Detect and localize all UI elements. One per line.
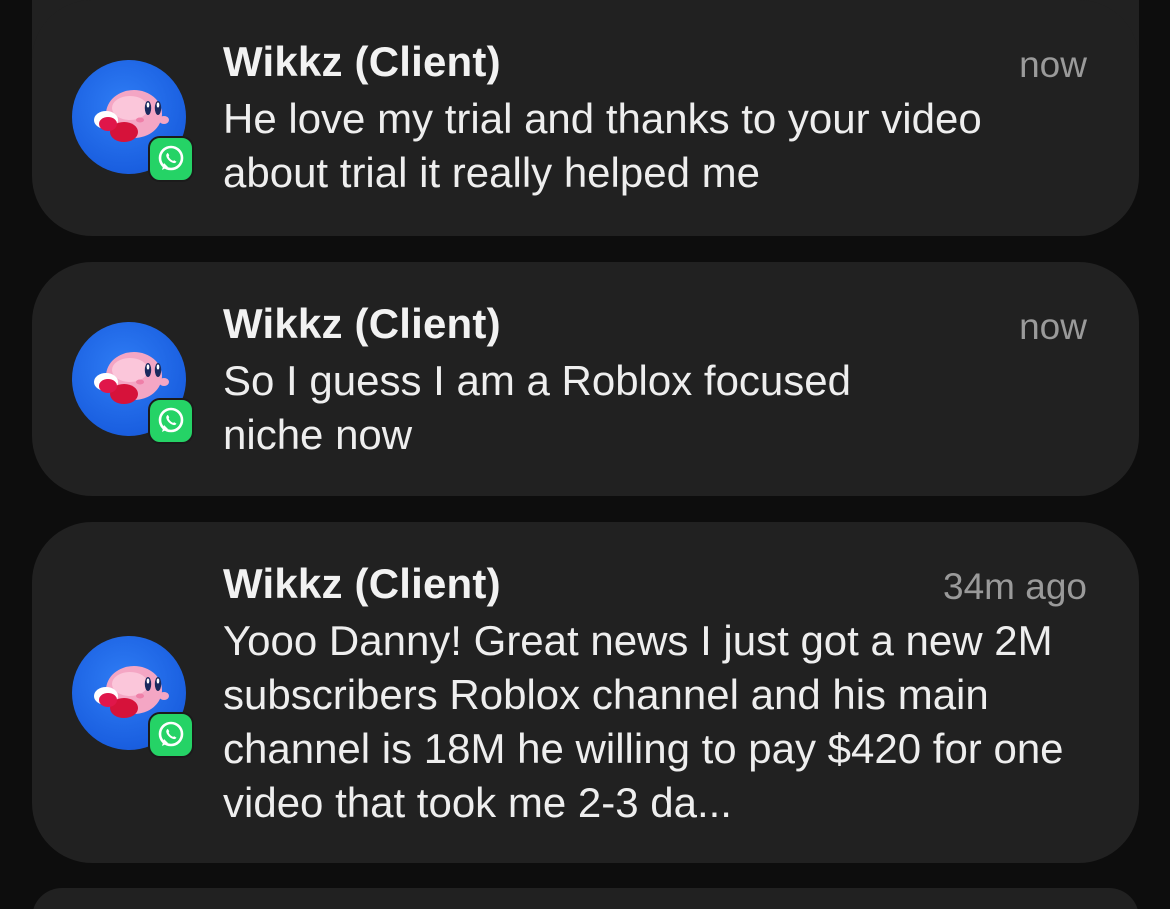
- notification-stack: Wikkz (Client) now He love my trial and …: [0, 0, 1170, 909]
- timestamp: now: [1019, 44, 1087, 85]
- message-preview: He love my trial and thanks to your vide…: [223, 95, 982, 196]
- avatar: [72, 60, 194, 182]
- sender-name: Wikkz (Client): [223, 38, 501, 85]
- notification-card[interactable]: Wikkz (Client) now So I guess I am a Rob…: [32, 262, 1139, 496]
- whatsapp-icon: [148, 398, 194, 444]
- sender-name: Wikkz (Client): [223, 300, 501, 347]
- timestamp: 34m ago: [943, 566, 1087, 607]
- notification-card-partial[interactable]: [32, 888, 1139, 909]
- timestamp: now: [1019, 306, 1087, 347]
- notification-card[interactable]: Wikkz (Client) 34m ago Yooo Danny! Great…: [32, 522, 1139, 863]
- whatsapp-icon: [148, 712, 194, 758]
- avatar: [72, 322, 194, 444]
- message-preview: So I guess I am a Roblox focused niche n…: [223, 357, 852, 458]
- whatsapp-icon: [148, 136, 194, 182]
- avatar: [72, 636, 194, 758]
- sender-name: Wikkz (Client): [223, 560, 501, 607]
- notification-card[interactable]: Wikkz (Client) now He love my trial and …: [32, 0, 1139, 236]
- message-preview: Yooo Danny! Great news I just got a new …: [223, 617, 1064, 826]
